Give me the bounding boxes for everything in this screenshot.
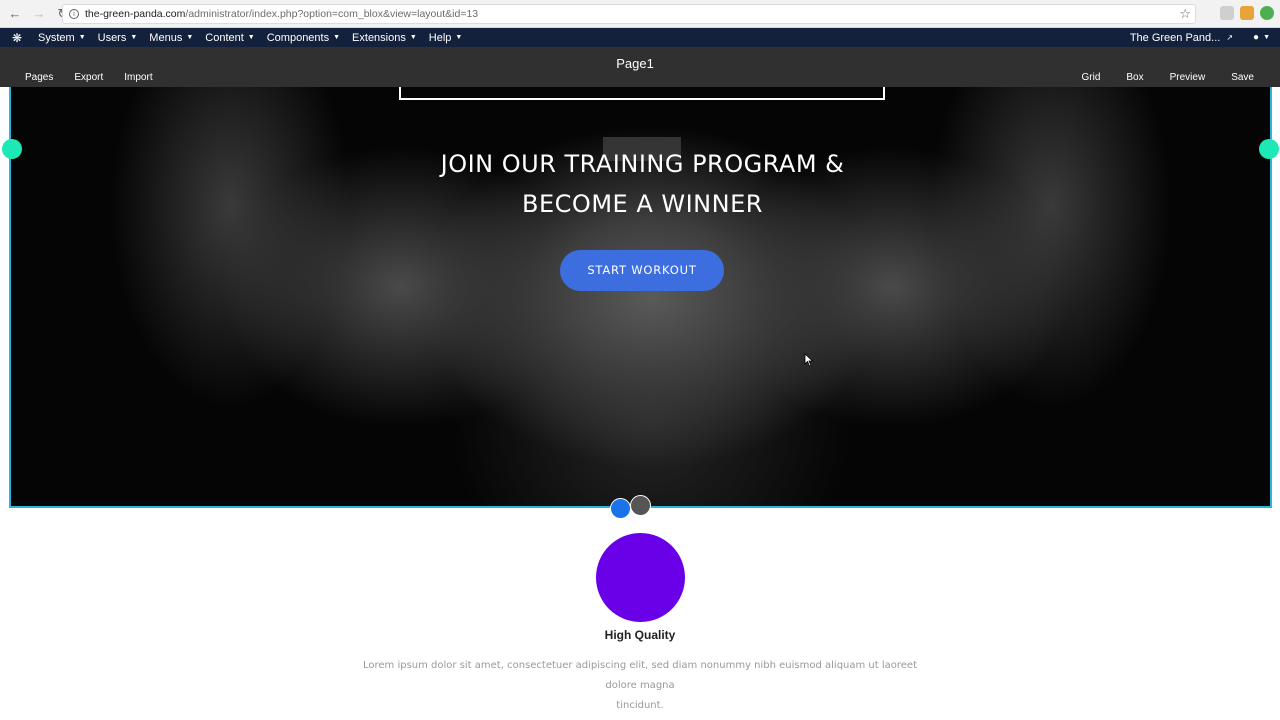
preview-button[interactable]: Preview [1170,72,1206,83]
feature-text-line2: tincidunt. [616,700,664,711]
menu-components[interactable]: Components ▼ [267,32,340,44]
feature-text-line1: Lorem ipsum dolor sit amet, consectetuer… [362,660,918,691]
cursor-icon [804,353,814,367]
save-button[interactable]: Save [1231,72,1254,83]
hero-heading-line1: JOIN OUR TRAINING PROGRAM & [440,150,845,178]
hero-heading-line2: BECOME A WINNER [522,190,763,218]
menu-help[interactable]: Help ▼ [429,32,463,44]
feature-text: Lorem ipsum dolor sit amet, consectetuer… [350,656,930,716]
grid-button[interactable]: Grid [1081,72,1100,83]
hero-frame-box[interactable] [399,87,885,100]
address-bar[interactable]: i the-green-panda.com/administrator/inde… [62,4,1196,24]
resize-handle-right[interactable] [1259,139,1279,159]
section-handle-gray[interactable] [630,495,651,516]
start-workout-button[interactable]: START WORKOUT [560,250,724,291]
forward-icon[interactable]: → [30,5,48,23]
box-button[interactable]: Box [1126,72,1143,83]
builder-toolbar: Page1 Pages Export Import Grid Box Previ… [0,47,1280,87]
builder-left-actions: Pages Export Import [25,72,174,83]
url-domain: the-green-panda.com [85,8,186,20]
extension-icon[interactable] [1240,6,1254,20]
caret-down-icon: ▼ [409,34,417,41]
menu-menus[interactable]: Menus ▼ [149,32,193,44]
caret-down-icon[interactable]: ▼ [1263,34,1270,41]
page-title: Page1 [616,56,654,71]
camera-icon[interactable] [1220,6,1234,20]
site-name-link[interactable]: The Green Pand... [1130,32,1221,44]
user-icon[interactable]: ● [1253,32,1259,43]
caret-down-icon: ▼ [78,34,86,41]
resize-handle-left[interactable] [2,139,22,159]
browser-toolbar: ← → ↻ i the-green-panda.com/administrato… [0,0,1280,28]
builder-right-actions: Grid Box Preview Save [1055,72,1254,83]
feature-circle-icon [596,533,685,622]
caret-down-icon: ▼ [333,34,341,41]
caret-down-icon: ▼ [186,34,194,41]
menu-system[interactable]: System ▼ [38,32,86,44]
extension-icons [1220,6,1274,20]
green-extension-icon[interactable] [1260,6,1274,20]
pages-button[interactable]: Pages [25,72,53,83]
export-button[interactable]: Export [74,72,103,83]
feature-title: High Quality [604,628,676,642]
star-icon[interactable]: ☆ [1179,6,1191,22]
hero-section[interactable]: JOIN OUR TRAINING PROGRAM & BECOME A WIN… [9,87,1272,508]
hero-heading[interactable]: JOIN OUR TRAINING PROGRAM & BECOME A WIN… [11,144,1270,224]
caret-down-icon: ▼ [455,34,463,41]
external-link-icon: ↗ [1226,33,1234,42]
info-icon[interactable]: i [69,9,79,19]
menu-users[interactable]: Users ▼ [98,32,138,44]
section-handle-blue[interactable] [610,498,631,519]
back-icon[interactable]: ← [6,5,24,23]
admin-menubar: ❋ System ▼ Users ▼ Menus ▼ Content ▼ Compone… [0,28,1280,47]
caret-down-icon: ▼ [247,34,255,41]
admin-right-group: The Green Pand... ↗ ● ▼ [1130,28,1280,47]
menu-content[interactable]: Content ▼ [205,32,254,44]
joomla-icon[interactable]: ❋ [4,31,30,45]
import-button[interactable]: Import [124,72,152,83]
menu-extensions[interactable]: Extensions ▼ [352,32,417,44]
caret-down-icon: ▼ [130,34,138,41]
url-path: /administrator/index.php?option=com_blox… [185,8,479,20]
